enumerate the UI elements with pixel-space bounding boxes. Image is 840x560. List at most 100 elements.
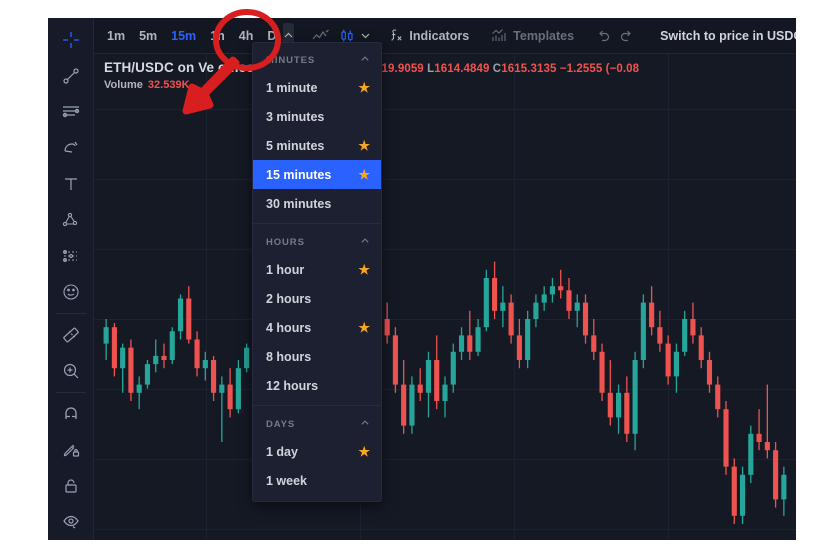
ohlc-change: −1.2555 (−0.08 <box>559 63 640 75</box>
candle-body <box>136 384 142 393</box>
menu-section-label: MINUTES <box>266 55 316 66</box>
lock-drawings-tool[interactable] <box>52 468 90 504</box>
redo-button[interactable] <box>615 23 638 49</box>
chevron-up-icon[interactable] <box>360 418 370 431</box>
candle-body <box>384 319 390 336</box>
candle-body <box>558 286 564 291</box>
candle-body <box>161 355 167 360</box>
favorite-star-icon[interactable]: ★ <box>358 263 370 276</box>
menu-section-label: HOURS <box>266 237 305 248</box>
symbol-title: ETH/USDC on Ve om <box>104 60 239 75</box>
candle-body <box>748 433 754 475</box>
timeframe-dropdown-menu[interactable]: MINUTES1 minute★3 minutes★5 minutes★15 m… <box>252 42 382 502</box>
ohlc-l-value: 1614.4849 <box>434 63 490 75</box>
menu-section-header-days[interactable]: DAYS <box>253 411 381 437</box>
candle-body <box>244 347 250 369</box>
chart-canvas-area[interactable]: ETH/USDC on Ve omcomO1616.5690 H1619.905… <box>94 54 796 540</box>
menu-item-1-hour[interactable]: 1 hour ★ <box>253 255 381 284</box>
candle-body <box>211 360 217 393</box>
favorite-star-icon[interactable]: ★ <box>358 321 370 334</box>
candle-body <box>599 351 605 393</box>
candle-body <box>723 409 729 467</box>
menu-item-1-day[interactable]: 1 day ★ <box>253 437 381 466</box>
drawing-tools-sidebar <box>48 18 94 540</box>
timeframe-5m[interactable]: 5m <box>133 23 163 49</box>
trend-line-tool[interactable] <box>52 58 90 94</box>
candle-body <box>690 319 696 336</box>
menu-section-header-minutes[interactable]: MINUTES <box>253 47 381 73</box>
templates-button[interactable]: Templates <box>487 23 578 49</box>
menu-section-header-hours[interactable]: HOURS <box>253 229 381 255</box>
menu-item-label: 30 minutes <box>266 196 332 211</box>
candle-body <box>525 319 531 360</box>
candle-body <box>739 474 746 516</box>
menu-item-label: 2 hours <box>266 291 312 306</box>
menu-item-label: 5 minutes <box>266 138 325 153</box>
menu-item-5-minutes[interactable]: 5 minutes ★ <box>253 131 381 160</box>
favorite-star-icon[interactable]: ★ <box>358 168 370 181</box>
candle-body <box>533 302 539 319</box>
candle-body <box>574 302 580 311</box>
switch-price-currency-button[interactable]: Switch to price in USDC <box>652 23 796 49</box>
candle-body <box>706 360 713 385</box>
candle-body <box>673 351 679 377</box>
candle-body <box>500 302 506 311</box>
timeframe-1h[interactable]: 1h <box>204 23 231 49</box>
candle-body <box>425 360 432 393</box>
menu-item-2-hours[interactable]: 2 hours★ <box>253 284 381 313</box>
candle-body <box>401 384 407 426</box>
candle-body <box>434 360 440 401</box>
menu-item-30-minutes[interactable]: 30 minutes★ <box>253 189 381 218</box>
candle-body <box>458 335 465 352</box>
candlestick-series <box>103 138 787 524</box>
menu-item-label: 3 minutes <box>266 109 325 124</box>
horizontal-lines-tool[interactable] <box>52 94 90 130</box>
candle-body <box>781 474 787 500</box>
magnet-tool[interactable] <box>52 396 90 432</box>
hide-drawings-tool[interactable] <box>52 504 90 540</box>
candle-body <box>657 327 663 344</box>
drawing-mode-lock-tool[interactable] <box>52 432 90 468</box>
toolbar-divider <box>55 313 86 314</box>
candle-body <box>144 364 151 385</box>
text-tool[interactable] <box>52 166 90 202</box>
measure-ruler-tool[interactable] <box>52 317 90 353</box>
menu-item-12-hours[interactable]: 12 hours★ <box>253 371 381 400</box>
candle-body <box>698 335 704 360</box>
candle-body <box>475 327 481 352</box>
favorite-star-icon[interactable]: ★ <box>358 445 370 458</box>
menu-item-3-minutes[interactable]: 3 minutes★ <box>253 102 381 131</box>
menu-item-1-week[interactable]: 1 week★ <box>253 466 381 495</box>
candle-body <box>120 347 126 369</box>
emoji-tool[interactable] <box>52 274 90 310</box>
chevron-up-icon[interactable] <box>360 54 370 67</box>
candle-body <box>409 384 415 426</box>
menu-item-1-minute[interactable]: 1 minute ★ <box>253 73 381 102</box>
indicators-label: Indicators <box>409 28 470 43</box>
menu-item-8-hours[interactable]: 8 hours★ <box>253 342 381 371</box>
candle-body <box>566 290 572 311</box>
candle-body <box>450 351 456 385</box>
candle-body <box>128 347 134 393</box>
pattern-tool[interactable] <box>52 202 90 238</box>
menu-item-label: 15 minutes <box>266 167 332 182</box>
candle-body <box>103 327 109 344</box>
candle-body <box>508 302 514 336</box>
candle-body <box>492 278 498 311</box>
timeframe-1m[interactable]: 1m <box>101 23 131 49</box>
templates-label: Templates <box>513 28 575 43</box>
undo-button[interactable] <box>592 23 615 49</box>
favorite-star-icon[interactable]: ★ <box>358 139 370 152</box>
timeframe-15m[interactable]: 15m <box>165 23 202 49</box>
forecast-tool[interactable] <box>52 238 90 274</box>
curve-tool[interactable] <box>52 130 90 166</box>
candle-body <box>616 392 622 418</box>
indicators-button[interactable]: Indicators <box>385 23 473 49</box>
favorite-star-icon[interactable]: ★ <box>358 81 370 94</box>
zoom-in-tool[interactable] <box>52 353 90 389</box>
menu-item-4-hours[interactable]: 4 hours ★ <box>253 313 381 342</box>
menu-item-15-minutes[interactable]: 15 minutes ★ <box>253 160 381 189</box>
crosshair-tool[interactable] <box>52 22 90 58</box>
chevron-up-icon[interactable] <box>360 236 370 249</box>
candle-body <box>549 286 556 295</box>
